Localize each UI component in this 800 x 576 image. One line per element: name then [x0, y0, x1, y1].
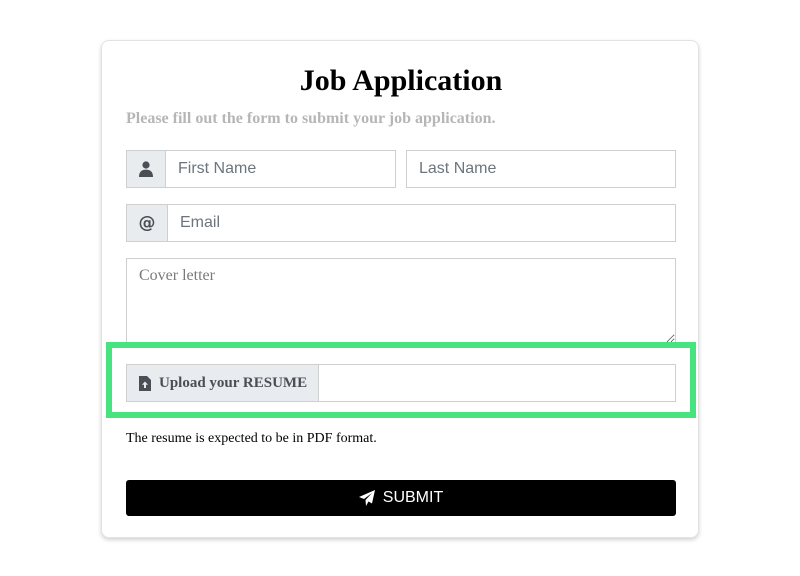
job-application-card: Job Application Please fill out the form… — [101, 40, 699, 538]
file-upload-icon — [139, 375, 151, 391]
first-name-input[interactable] — [165, 150, 396, 188]
cover-letter-textarea[interactable] — [126, 258, 676, 344]
at-sign-icon: @ — [138, 213, 156, 233]
upload-resume-button[interactable]: Upload your RESUME — [126, 364, 319, 402]
email-addon: @ — [126, 204, 168, 242]
submit-button[interactable]: SUBMIT — [126, 480, 676, 516]
upload-resume-label: Upload your RESUME — [159, 374, 308, 391]
name-addon — [126, 150, 166, 188]
page-title: Job Application — [299, 64, 503, 97]
last-name-input[interactable] — [406, 150, 676, 188]
user-icon — [139, 161, 153, 177]
form-subtitle: Please fill out the form to submit your … — [126, 110, 496, 127]
resume-format-note: The resume is expected to be in PDF form… — [126, 431, 377, 446]
email-input[interactable] — [167, 204, 676, 242]
resume-file-input[interactable] — [318, 364, 676, 402]
paper-plane-icon — [358, 490, 375, 506]
submit-label: SUBMIT — [382, 489, 444, 506]
